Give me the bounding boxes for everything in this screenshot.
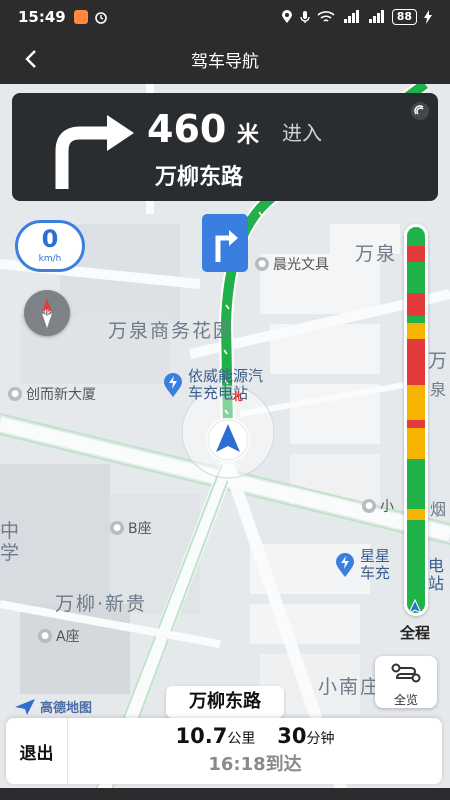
turn-instruction-banner: 460 米 进入 万柳东路 <box>12 93 438 201</box>
compass-icon: 北 <box>42 298 52 328</box>
alarm-icon <box>94 12 107 24</box>
remaining-distance-unit: 公里 <box>227 731 256 747</box>
overview-button[interactable]: 全览 <box>375 656 437 708</box>
exit-button[interactable]: 退出 <box>6 718 68 784</box>
trip-remaining: 10.7公里 30分钟 <box>68 724 442 748</box>
north-marker: 北 <box>232 390 243 403</box>
poi-yiwei-text: 依威能源汽 车充电站 <box>188 367 264 402</box>
poi-xiao[interactable]: ● 小 <box>362 496 394 516</box>
battery-indicator: 88 <box>391 9 417 25</box>
title-bar: 驾车导航 <box>0 34 450 84</box>
poi-pin-icon: ● <box>8 387 22 401</box>
current-road-name: 万柳东路 <box>166 686 284 718</box>
remaining-distance: 10.7 <box>175 724 228 748</box>
signal-icon <box>343 10 359 23</box>
amap-logo: 高德地图 <box>14 697 92 716</box>
traffic-segment <box>407 385 425 420</box>
poi-chenguang[interactable]: ● 晨光文具 <box>255 254 329 274</box>
traffic-segment <box>407 458 425 509</box>
turn-right-arrow-icon <box>55 115 134 189</box>
charging-station-icon <box>336 553 354 577</box>
traffic-bar-label: 全程 <box>400 624 431 642</box>
turn-action: 进入 <box>282 121 322 145</box>
amap-logo-icon <box>15 698 35 715</box>
map-label-xue: 学 <box>0 542 22 564</box>
route-position-icon <box>407 598 423 615</box>
map-label-wanquan-shangwu: 万泉商务花园 <box>108 320 235 342</box>
trip-summary[interactable]: 10.7公里 30分钟 16:18到达 <box>68 724 442 776</box>
traffic-segment <box>407 315 425 324</box>
traffic-segment <box>407 427 425 459</box>
page-title: 驾车导航 <box>191 51 259 72</box>
map-label-quan: 泉 <box>430 380 447 399</box>
traffic-progress-bar <box>404 224 428 616</box>
map-label-xiaonan: 小南庄 <box>318 676 382 698</box>
turn-road-name: 万柳东路 <box>155 165 244 190</box>
map-label-zhan: 站 <box>428 574 445 593</box>
speed-value: 0 <box>41 225 59 253</box>
back-button[interactable] <box>16 44 46 74</box>
location-icon <box>281 10 292 23</box>
turn-distance-unit: 米 <box>237 123 260 148</box>
poi-a-building[interactable]: ● A座 <box>38 626 80 646</box>
turn-distance: 460 <box>147 107 227 151</box>
car-position-icon <box>206 418 250 462</box>
map-label-wanliu-xingui: 万柳·新贵 <box>55 593 148 615</box>
compass-button[interactable]: 北 <box>24 290 70 336</box>
status-time: 15:49 <box>18 8 66 26</box>
traffic-segment <box>407 338 425 386</box>
signal-icon-2 <box>368 10 384 23</box>
poi-xingxing-charging[interactable]: 星星 车充 <box>334 548 390 582</box>
poi-chuangsi[interactable]: ● 创而新大厦 <box>8 384 96 404</box>
route-overview-icon <box>391 663 421 683</box>
app-notification-icon <box>73 10 88 24</box>
compass-north-label: 北 <box>42 309 51 320</box>
traffic-segment <box>407 261 425 293</box>
status-app-icons <box>73 10 108 24</box>
poi-pin-icon: ● <box>110 521 124 535</box>
status-bar: 15:49 88 <box>0 0 450 34</box>
poi-b-building[interactable]: ● B座 <box>110 518 152 538</box>
remaining-time-unit: 分钟 <box>306 731 335 747</box>
overview-label: 全览 <box>393 693 418 707</box>
poi-pin-icon: ● <box>255 257 269 271</box>
poi-yiwei-charging[interactable]: 依威能源汽 车充电站 <box>162 368 263 402</box>
next-turn-sign <box>202 214 248 272</box>
traffic-segment <box>407 508 425 521</box>
speedometer: 0 km/h <box>15 220 85 272</box>
poi-pin-icon: ● <box>38 629 52 643</box>
charging-station-icon <box>164 373 182 397</box>
system-nav-bar <box>0 788 450 800</box>
poi-xingxing-text: 星星 车充 <box>360 547 391 582</box>
poi-pin-icon: ● <box>362 499 376 513</box>
traffic-segment <box>407 246 425 262</box>
traffic-segment <box>407 292 425 316</box>
traffic-segment <box>407 323 425 339</box>
mic-icon <box>299 11 310 23</box>
charging-icon <box>424 10 432 24</box>
map-label-wanquan: 万泉 <box>355 243 398 265</box>
map-label-yan: 烟 <box>430 500 447 519</box>
trip-info-panel: 退出 10.7公里 30分钟 16:18到达 <box>6 718 442 784</box>
status-right-icons: 88 <box>281 9 432 25</box>
chevron-left-icon <box>25 50 36 68</box>
map-label-wan: 万 <box>428 350 450 372</box>
voice-broadcast-icon[interactable] <box>410 101 430 121</box>
arrival-time: 16:18到达 <box>208 754 302 775</box>
traffic-segment <box>407 227 425 247</box>
remaining-time: 30 <box>277 724 307 748</box>
traffic-segment <box>407 419 425 428</box>
wifi-icon <box>317 11 335 22</box>
turn-right-sign-icon <box>215 230 238 262</box>
speed-unit: km/h <box>38 254 62 264</box>
